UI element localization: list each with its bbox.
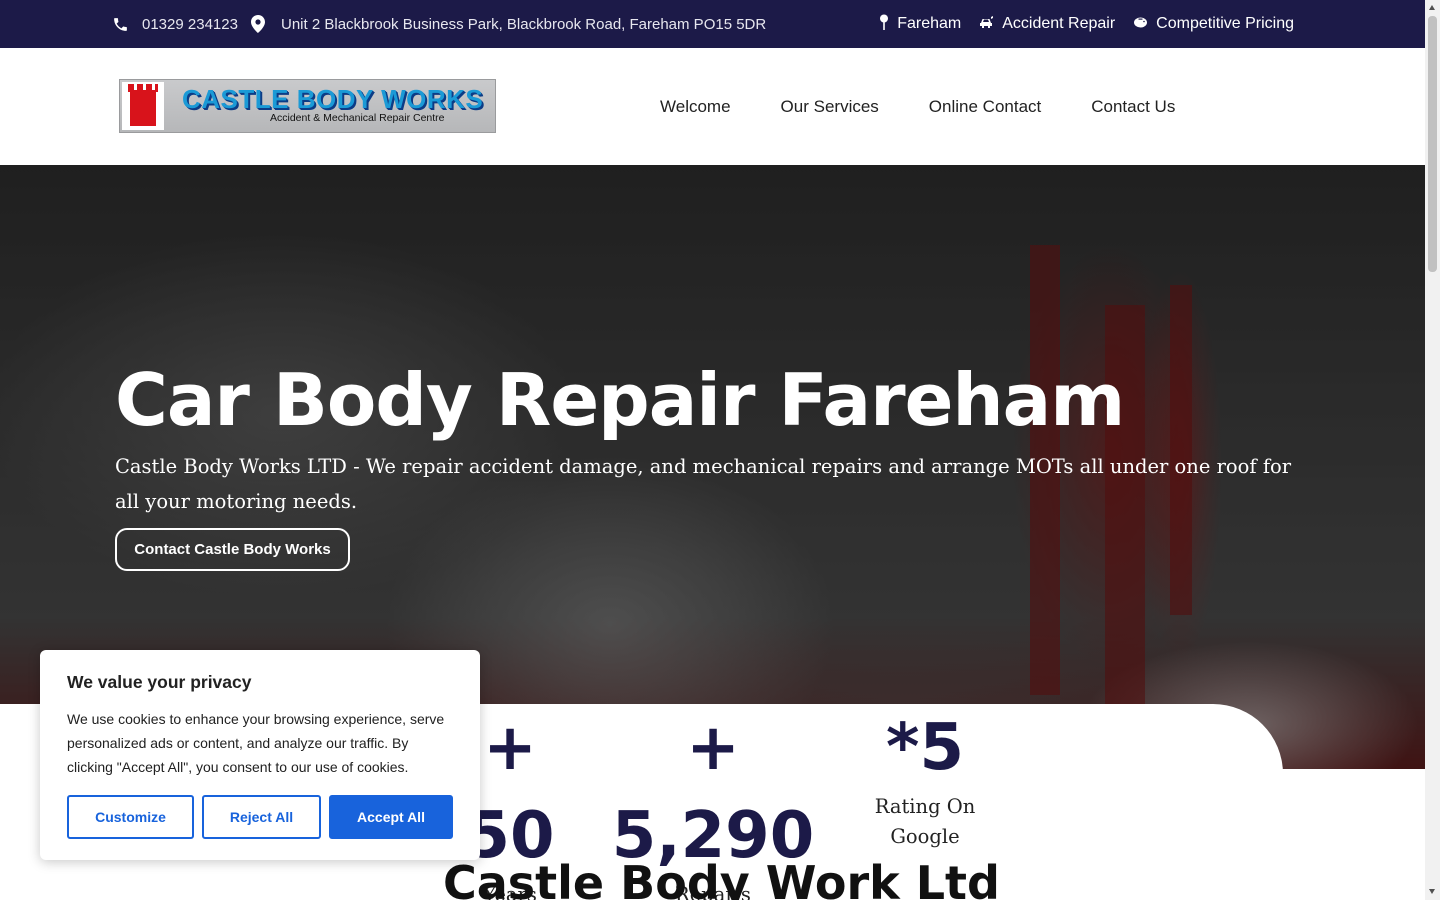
scroll-up-icon[interactable] bbox=[1429, 5, 1435, 10]
phone-icon bbox=[112, 16, 129, 33]
cookie-customize-button[interactable]: Customize bbox=[67, 795, 194, 839]
stat-google-rating: *5 Rating On Google bbox=[846, 704, 1004, 852]
scroll-down-icon[interactable] bbox=[1429, 889, 1435, 894]
topbar-features: Fareham Accident Repair Competitive Pric… bbox=[879, 0, 1294, 48]
hero-subtitle: Castle Body Works LTD - We repair accide… bbox=[115, 455, 1292, 513]
logo-tagline: Accident & Mechanical Repair Centre bbox=[270, 112, 445, 124]
top-bar: 01329 234123 Unit 2 Blackbrook Business … bbox=[0, 0, 1425, 48]
stat-number: *5 bbox=[886, 711, 964, 785]
nav-item-contact-us[interactable]: Contact Us bbox=[1091, 97, 1175, 117]
topbar-feature-competitive-pricing[interactable]: Competitive Pricing bbox=[1133, 15, 1294, 33]
site-header: CASTLE BODY WORKS Accident & Mechanical … bbox=[0, 48, 1425, 165]
stat-number: + 5,290 bbox=[611, 711, 815, 873]
cookie-reject-button[interactable]: Reject All bbox=[202, 795, 321, 839]
nav-item-welcome[interactable]: Welcome bbox=[660, 97, 731, 117]
car-crash-icon bbox=[979, 15, 994, 33]
cookie-consent-banner: We value your privacy We use cookies to … bbox=[40, 650, 480, 860]
map-pin-icon bbox=[879, 14, 889, 35]
topbar-phone[interactable]: 01329 234123 bbox=[112, 0, 238, 48]
feature-label: Competitive Pricing bbox=[1156, 15, 1294, 32]
page-scrollbar[interactable] bbox=[1425, 0, 1440, 900]
nav-item-our-services[interactable]: Our Services bbox=[781, 97, 879, 117]
feature-label: Fareham bbox=[897, 15, 962, 32]
cookie-accept-button[interactable]: Accept All bbox=[329, 795, 453, 839]
cookie-body: We use cookies to enhance your browsing … bbox=[67, 711, 445, 775]
logo-name: CASTLE BODY WORKS bbox=[182, 84, 484, 114]
castle-logo-icon bbox=[122, 82, 164, 130]
page: 01329 234123 Unit 2 Blackbrook Business … bbox=[0, 0, 1425, 900]
topbar-address: Unit 2 Blackbrook Business Park, Blackbr… bbox=[251, 0, 766, 48]
cookie-buttons: Customize Reject All Accept All bbox=[67, 795, 453, 839]
address-text: Unit 2 Blackbrook Business Park, Blackbr… bbox=[281, 15, 767, 33]
phone-number: 01329 234123 bbox=[142, 15, 238, 33]
hero-content: Car Body Repair Fareham Castle Body Work… bbox=[115, 355, 1315, 571]
site-logo[interactable]: CASTLE BODY WORKS Accident & Mechanical … bbox=[119, 79, 496, 133]
main-nav: Welcome Our Services Online Contact Cont… bbox=[660, 48, 1175, 165]
location-icon bbox=[251, 15, 265, 33]
cookie-title: We value your privacy bbox=[67, 672, 252, 692]
hero-title: Car Body Repair Fareham bbox=[115, 358, 1125, 442]
scrollbar-thumb[interactable] bbox=[1428, 16, 1437, 272]
stat-label: Rating On Google bbox=[874, 795, 976, 848]
contact-cta-button[interactable]: Contact Castle Body Works bbox=[115, 528, 350, 571]
nav-item-online-contact[interactable]: Online Contact bbox=[929, 97, 1041, 117]
piggy-bank-icon bbox=[1133, 15, 1148, 33]
section-title: Castle Body Work Ltd bbox=[443, 856, 1000, 900]
topbar-feature-accident-repair[interactable]: Accident Repair bbox=[979, 15, 1115, 33]
feature-label: Accident Repair bbox=[1002, 15, 1116, 32]
topbar-feature-fareham[interactable]: Fareham bbox=[879, 14, 961, 35]
